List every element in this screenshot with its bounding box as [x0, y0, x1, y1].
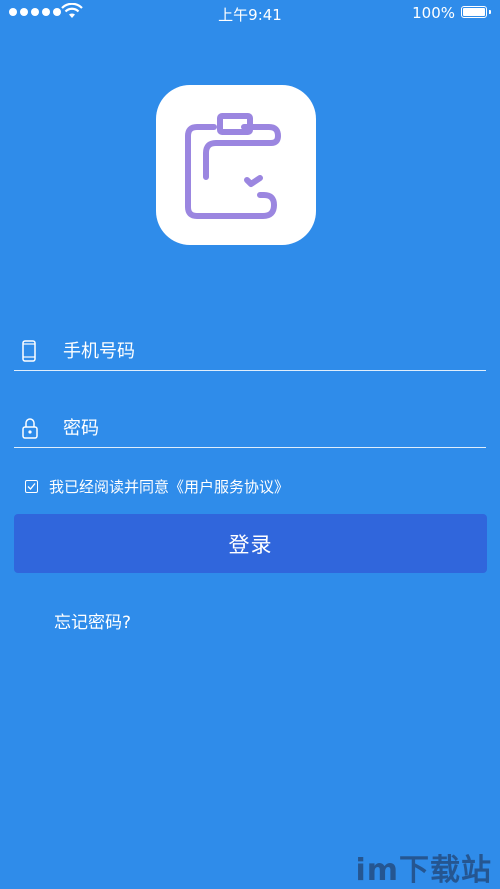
password-field — [14, 407, 486, 448]
agreement-row: 我已经阅读并同意《用户服务协议》 — [25, 476, 289, 497]
password-input[interactable] — [61, 413, 465, 443]
forgot-password-link[interactable]: 忘记密码? — [54, 608, 131, 633]
app-logo — [156, 85, 316, 245]
agreement-text[interactable]: 我已经阅读并同意《用户服务协议》 — [49, 476, 289, 497]
battery-percentage: 100% — [412, 4, 455, 22]
agreement-checkbox[interactable] — [25, 480, 38, 493]
status-bar: 上午9:41 100% — [0, 0, 500, 26]
phone-field — [14, 330, 486, 371]
phone-icon — [22, 340, 36, 362]
battery-icon — [461, 6, 491, 18]
watermark: im下载站 — [355, 853, 492, 888]
check-icon — [27, 483, 36, 490]
login-button[interactable]: 登录 — [14, 514, 487, 573]
phone-input[interactable] — [61, 336, 465, 366]
wallet-note-icon — [185, 113, 281, 219]
lock-icon — [22, 418, 38, 439]
